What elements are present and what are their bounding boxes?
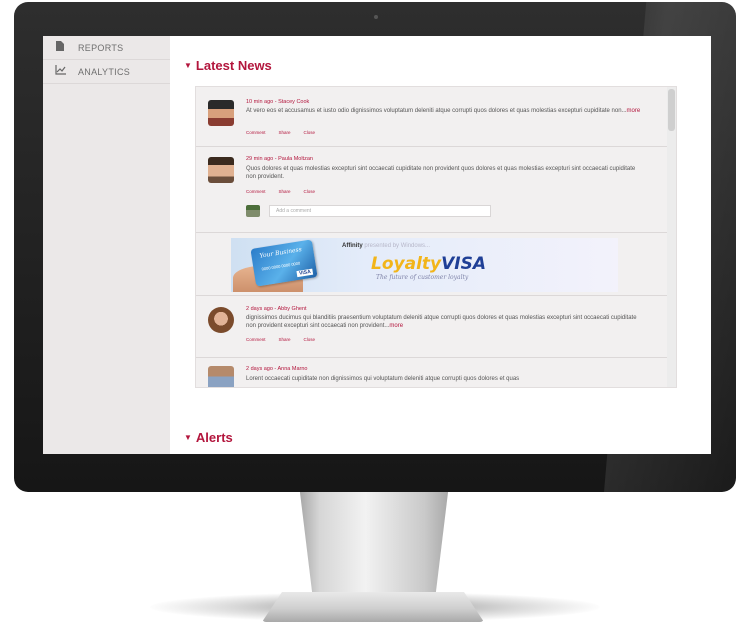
scrollbar[interactable]	[667, 87, 676, 387]
sidebar-item-label: REPORTS	[78, 42, 124, 53]
ad-brand: Affinity presented by Windows...	[342, 243, 431, 249]
main-content: ▼ Latest News 10 min ago - Stacey Cook A…	[170, 36, 711, 454]
section-title: Alerts	[195, 430, 233, 445]
comment-input[interactable]: Add a comment	[269, 205, 491, 217]
news-item: 10 min ago - Stacey Cook At vero eos et …	[196, 87, 667, 147]
avatar	[208, 366, 234, 387]
share-link[interactable]: Share	[279, 189, 291, 194]
post-text: Quos dolores et quas molestias excepturi…	[246, 166, 636, 180]
monitor-stand-base	[262, 592, 484, 622]
close-link[interactable]: Close	[304, 337, 316, 342]
monitor-screen: REPORTS ANALYTICS ▼ Latest News 10 min a…	[43, 36, 711, 454]
ad-tagline: The future of customer loyalty	[376, 274, 469, 281]
news-item: 2 days ago - Anna Marno Lorent occaecati…	[196, 357, 667, 387]
close-link[interactable]: Close	[304, 130, 316, 135]
news-item: 29 min ago - Paula Moltzan Quos dolores …	[196, 146, 667, 233]
caret-down-icon: ▼	[184, 61, 192, 70]
post-meta[interactable]: 2 days ago - Abby Ghent	[246, 306, 307, 312]
post-text: dignissimos ducimus qui blanditiis praes…	[246, 315, 637, 329]
commenter-avatar	[246, 205, 260, 217]
post-meta[interactable]: 10 min ago - Stacey Cook	[246, 99, 309, 105]
read-more-link[interactable]: more	[627, 108, 641, 114]
post-actions: Comment Share Close	[246, 130, 315, 135]
alerts-header[interactable]: ▼ Alerts	[184, 430, 233, 445]
post-meta[interactable]: 29 min ago - Paula Moltzan	[246, 156, 313, 162]
share-link[interactable]: Share	[279, 337, 291, 342]
analytics-chart-icon	[53, 65, 67, 78]
news-item: 2 days ago - Abby Ghent dignissimos duci…	[196, 295, 667, 358]
close-link[interactable]: Close	[304, 189, 316, 194]
latest-news-header[interactable]: ▼ Latest News	[184, 58, 272, 73]
share-link[interactable]: Share	[279, 130, 291, 135]
read-more-link[interactable]: more	[389, 323, 403, 329]
section-title: Latest News	[195, 58, 272, 73]
advertisement-banner[interactable]: Your Business 0000 0000 0000 0000 VISA A…	[231, 238, 618, 292]
post-text: At vero eos et accusamus et iusto odio d…	[246, 108, 641, 114]
avatar	[208, 157, 234, 183]
scrollbar-thumb[interactable]	[668, 89, 675, 131]
post-meta[interactable]: 2 days ago - Anna Marno	[246, 366, 307, 372]
sidebar-item-reports[interactable]: REPORTS	[43, 36, 170, 60]
post-actions: Comment Share Close	[246, 337, 315, 342]
sidebar-item-label: ANALYTICS	[78, 66, 131, 77]
webcam-icon	[374, 15, 378, 19]
avatar	[208, 100, 234, 126]
avatar	[208, 307, 234, 333]
ad-headline: LoyaltyVISA	[371, 254, 486, 274]
sidebar-item-analytics[interactable]: ANALYTICS	[43, 60, 170, 84]
sidebar: REPORTS ANALYTICS	[43, 36, 171, 454]
comment-link[interactable]: Comment	[246, 130, 266, 135]
credit-card-image: Your Business 0000 0000 0000 0000 VISA	[250, 239, 318, 287]
news-feed-panel: 10 min ago - Stacey Cook At vero eos et …	[195, 86, 677, 388]
post-actions: Comment Share Close	[246, 189, 315, 194]
caret-down-icon: ▼	[184, 433, 192, 442]
monitor-stand-neck	[299, 486, 449, 598]
comment-link[interactable]: Comment	[246, 337, 266, 342]
comment-link[interactable]: Comment	[246, 189, 266, 194]
document-icon	[53, 41, 67, 54]
post-text: Lorent occaecati cupiditate non dignissi…	[246, 376, 520, 382]
